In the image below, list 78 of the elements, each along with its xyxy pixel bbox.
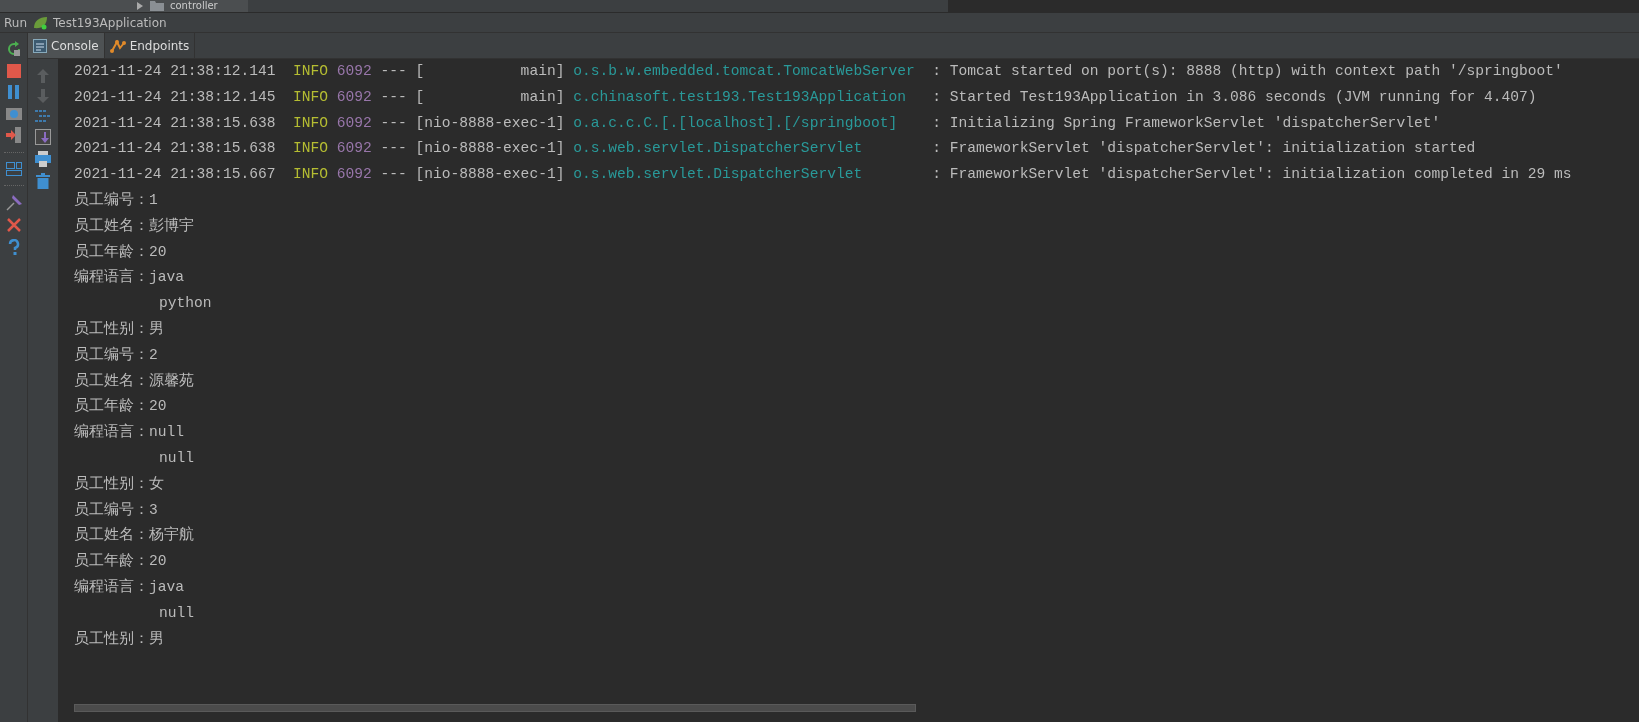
- log-logger: o.s.b.w.embedded.tomcat.TomcatWebServer: [573, 62, 916, 81]
- log-logger: o.s.web.servlet.DispatcherServlet: [573, 139, 864, 159]
- output-line: 员工年龄：20: [74, 552, 167, 572]
- output-line: 员工性别：女: [74, 474, 164, 494]
- log-pid: 6092: [336, 165, 372, 185]
- stop-icon[interactable]: [6, 64, 21, 78]
- log-level: INFO: [292, 165, 328, 185]
- log-timestamp: 2021-11-24 21:38:15.638: [74, 139, 276, 159]
- output-line: 员工姓名：杨宇航: [74, 525, 194, 546]
- log-message: : Started Test193Application in 3.086 seconds (JVM running for 4.407): [932, 87, 1537, 107]
- pin-icon[interactable]: [5, 195, 22, 211]
- output-line: null: [158, 603, 195, 623]
- output-line: 编程语言：null: [74, 422, 185, 443]
- log-level: INFO: [292, 139, 328, 159]
- expand-arrow-icon[interactable]: [136, 2, 144, 10]
- log-thread: [nio-8888-exec-1]: [415, 165, 565, 185]
- output-line: 编程语言：java: [74, 267, 185, 288]
- log-logger: c.chinasoft.test193.Test193Application: [573, 87, 907, 107]
- pause-icon[interactable]: [6, 85, 21, 99]
- log-thread: [nio-8888-exec-1]: [415, 113, 565, 133]
- soft-wrap-icon[interactable]: [35, 109, 51, 123]
- output-line: 员工年龄：20: [74, 397, 167, 417]
- log-level: INFO: [292, 62, 328, 81]
- output-line: null: [158, 448, 195, 468]
- log-separator: ---: [380, 87, 407, 107]
- log-message: : FrameworkServlet 'dispatcherServlet': initialization started: [932, 139, 1476, 159]
- panel-tab[interactable]: Console: [28, 33, 105, 58]
- output-line: 员工编号：1: [74, 190, 158, 210]
- log-logger: o.s.web.servlet.DispatcherServlet: [573, 165, 864, 185]
- up-arrow-icon[interactable]: [37, 69, 49, 83]
- print-icon[interactable]: [35, 151, 51, 167]
- log-message: : FrameworkServlet 'dispatcherServlet': initialization completed in 29 ms: [932, 165, 1572, 185]
- trash-icon[interactable]: [36, 173, 50, 189]
- output-line: 员工姓名：源馨苑: [74, 371, 194, 391]
- layout-icon[interactable]: [5, 162, 22, 176]
- output-line: 员工性别：男: [74, 319, 164, 339]
- log-separator: ---: [380, 165, 407, 185]
- log-pid: 6092: [336, 139, 372, 159]
- log-message: : Initializing Spring FrameworkServlet 'dispatcherServlet': [932, 113, 1441, 133]
- log-timestamp: 2021-11-24 21:38:15.638: [74, 113, 276, 133]
- horizontal-scrollbar[interactable]: [74, 704, 916, 712]
- log-pid: 6092: [336, 113, 372, 133]
- camera-icon[interactable]: [5, 106, 22, 120]
- log-thread: [ main]: [415, 62, 565, 81]
- console-icon: [33, 38, 47, 53]
- output-line: 员工姓名：彭博宇: [74, 216, 194, 236]
- log-timestamp: 2021-11-24 21:38:12.141: [74, 62, 276, 81]
- leaf-icon: [32, 15, 48, 30]
- output-line: 员工性别：男: [74, 629, 164, 649]
- rerun-icon[interactable]: [5, 41, 22, 57]
- log-separator: ---: [380, 139, 407, 159]
- output-line: 员工年龄：20: [74, 242, 167, 262]
- run-label: Run: [4, 14, 27, 32]
- log-timestamp: 2021-11-24 21:38:15.667: [74, 165, 276, 185]
- log-thread: [ main]: [415, 87, 565, 107]
- output-line: 员工编号：3: [74, 500, 158, 520]
- log-level: INFO: [292, 113, 328, 133]
- log-message: : Tomcat started on port(s): 8888 (http) with context path '/springboot': [932, 62, 1563, 81]
- scroll-to-end-icon[interactable]: [35, 129, 51, 145]
- help-icon[interactable]: [7, 239, 20, 255]
- log-thread: [nio-8888-exec-1]: [415, 139, 565, 159]
- close-icon[interactable]: [6, 218, 21, 232]
- log-pid: 6092: [336, 62, 372, 81]
- log-separator: ---: [380, 113, 407, 133]
- log-pid: 6092: [336, 87, 372, 107]
- exit-icon[interactable]: [5, 127, 22, 143]
- panel-tab[interactable]: Endpoints: [104, 33, 196, 58]
- output-line: 员工编号：2: [74, 345, 158, 365]
- log-timestamp: 2021-11-24 21:38:12.145: [74, 87, 276, 107]
- output-line: python: [158, 294, 212, 314]
- log-level: INFO: [292, 87, 328, 107]
- log-logger: o.a.c.c.C.[.[localhost].[/springboot]: [573, 113, 899, 133]
- output-line: 编程语言：java: [74, 577, 185, 597]
- run-config-name: Test193Application: [53, 14, 167, 32]
- log-separator: ---: [380, 62, 407, 81]
- folder-label[interactable]: controller: [170, 0, 218, 12]
- endpoints-icon: [109, 38, 126, 53]
- down-arrow-icon[interactable]: [37, 89, 49, 103]
